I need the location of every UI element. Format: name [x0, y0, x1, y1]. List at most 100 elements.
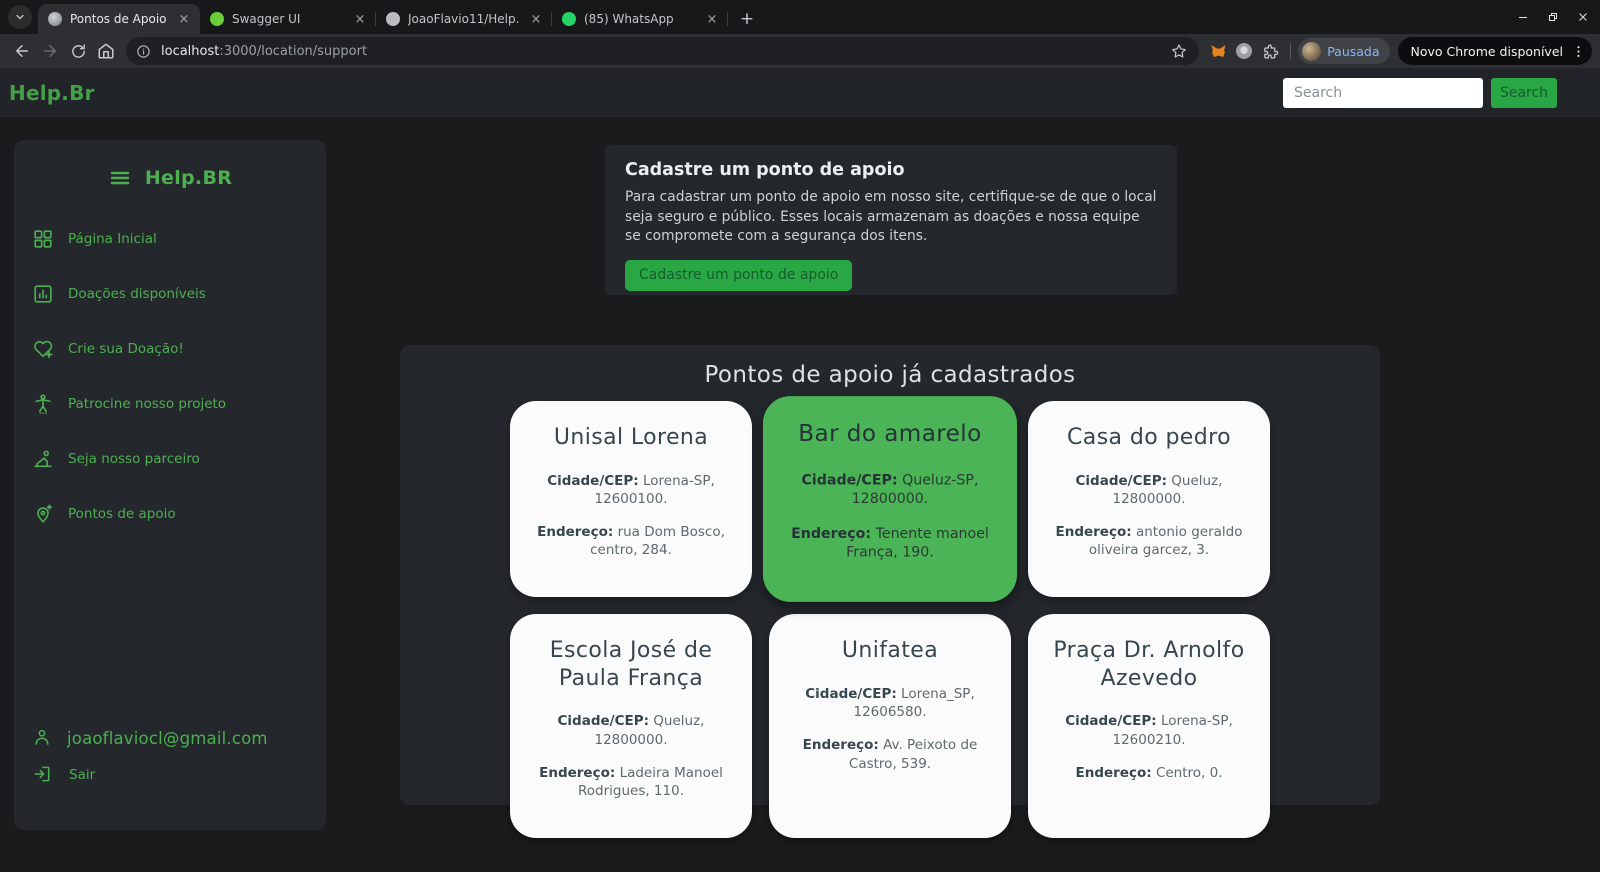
support-point-card-casa-do-pedro[interactable]: Casa do pedro Cidade/CEP: Queluz, 128000… [1028, 401, 1270, 597]
github-favicon [386, 12, 400, 26]
support-points-panel: Pontos de apoio já cadastrados Unisal Lo… [400, 345, 1380, 805]
profile-chip[interactable]: Pausada [1298, 38, 1389, 64]
bookmark-star-icon[interactable] [1171, 43, 1189, 59]
support-point-name: Escola José de Paula França [528, 637, 734, 692]
search-input[interactable] [1283, 78, 1483, 108]
support-point-name: Praça Dr. Arnolfo Azevedo [1046, 637, 1252, 692]
home-button[interactable] [92, 37, 120, 65]
support-point-card-escola-jose[interactable]: Escola José de Paula França Cidade/CEP: … [510, 614, 752, 838]
update-label: Novo Chrome disponível [1411, 44, 1563, 59]
tab-swagger-ui[interactable]: Swagger UI × [200, 4, 376, 34]
browser-window: Pontos de Apoio × Swagger UI × JoaoFlavi… [0, 0, 1600, 872]
sidebar-item-parceiro[interactable]: Seja nosso parceiro [14, 442, 326, 476]
sidebar-header: Help.BR [14, 166, 326, 190]
site-info-icon[interactable] [136, 44, 152, 59]
support-point-card-bar-do-amarelo[interactable]: Bar do amarelo Cidade/CEP: Queluz-SP, 12… [763, 396, 1017, 602]
support-point-city: Cidade/CEP: Lorena_SP, 12606580. [787, 685, 993, 721]
url-text: localhost:3000/location/support [161, 44, 1171, 59]
sidebar-item-doacoes-disponiveis[interactable]: Doações disponíveis [14, 277, 326, 311]
forward-icon [41, 42, 59, 60]
support-point-name: Casa do pedro [1046, 424, 1252, 452]
support-point-card-unisal-lorena[interactable]: Unisal Lorena Cidade/CEP: Lorena-SP, 126… [510, 401, 752, 597]
support-point-name: Unisal Lorena [528, 424, 734, 452]
tab-title: (85) WhatsApp [584, 12, 696, 26]
back-icon [13, 42, 31, 60]
support-point-card-praca-arnolfo[interactable]: Praça Dr. Arnolfo Azevedo Cidade/CEP: Lo… [1028, 614, 1270, 838]
support-point-city: Cidade/CEP: Queluz-SP, 12800000. [782, 470, 998, 508]
minimize-button[interactable] [1516, 10, 1530, 24]
close-tab-icon[interactable]: × [352, 11, 368, 27]
sidebar-item-label: Patrocine nosso projeto [68, 396, 226, 412]
tab-search-button[interactable] [8, 5, 32, 29]
heart-plus-icon [32, 338, 54, 360]
logout-button[interactable]: Sair [14, 764, 326, 786]
close-window-button[interactable] [1576, 10, 1590, 24]
sidebar-item-crie-sua-doacao[interactable]: Crie sua Doação! [14, 332, 326, 366]
user-email: joaoflaviocl@gmail.com [67, 729, 268, 748]
site-header: Help.Br Search [0, 68, 1600, 118]
extension-icon[interactable] [1231, 38, 1257, 64]
support-point-address: Endereço: Centro, 0. [1046, 764, 1252, 782]
support-point-card-unifatea[interactable]: Unifatea Cidade/CEP: Lorena_SP, 12606580… [769, 614, 1011, 838]
url-host: localhost [161, 44, 219, 59]
url-path: :3000/location/support [219, 44, 367, 59]
support-point-city: Cidade/CEP: Lorena-SP, 12600100. [528, 472, 734, 508]
extensions-puzzle-icon[interactable] [1257, 38, 1283, 64]
map-pin-plus-icon [32, 503, 54, 525]
sidebar: Help.BR Página Inicial Doações disponíve… [14, 140, 326, 830]
sidebar-item-pontos-de-apoio[interactable]: Pontos de apoio [14, 497, 326, 531]
support-point-address: Endereço: Av. Peixoto de Castro, 539. [787, 736, 993, 772]
support-point-address: Endereço: Ladeira Manoel Rodrigues, 110. [528, 764, 734, 800]
menu-kebab-icon[interactable] [1571, 44, 1586, 59]
chrome-update-button[interactable]: Novo Chrome disponível [1398, 37, 1592, 65]
support-point-address: Endereço: rua Dom Bosco, centro, 284. [528, 523, 734, 559]
register-support-point-button[interactable]: Cadastre um ponto de apoio [625, 260, 852, 291]
address-bar[interactable]: localhost:3000/location/support [126, 37, 1199, 65]
tab-github-repo[interactable]: JoaoFlavio11/Help.BR-proj × [376, 4, 552, 34]
sidebar-item-label: Seja nosso parceiro [68, 451, 200, 467]
register-card-title: Cadastre um ponto de apoio [625, 160, 1157, 180]
support-point-city: Cidade/CEP: Lorena-SP, 12600210. [1046, 712, 1252, 748]
search-button[interactable]: Search [1491, 78, 1557, 108]
close-tab-icon[interactable]: × [176, 11, 192, 27]
sync-status: Pausada [1327, 44, 1379, 59]
partner-icon [32, 448, 54, 470]
forward-button[interactable] [36, 37, 64, 65]
register-card-description: Para cadastrar um ponto de apoio em noss… [625, 188, 1157, 247]
close-tab-icon[interactable]: × [704, 11, 720, 27]
tab-title: Swagger UI [232, 12, 344, 26]
tab-whatsapp[interactable]: (85) WhatsApp × [552, 4, 728, 34]
new-tab-button[interactable]: + [734, 6, 760, 32]
support-point-address: Endereço: antonio geraldo oliveira garce… [1046, 523, 1252, 559]
section-title: Pontos de apoio já cadastrados [400, 362, 1380, 388]
reload-button[interactable] [64, 37, 92, 65]
chart-icon [32, 283, 54, 305]
chevron-down-icon [14, 11, 26, 23]
close-tab-icon[interactable]: × [528, 11, 544, 27]
reload-icon [70, 43, 87, 60]
logout-icon [32, 764, 54, 786]
register-support-point-card: Cadastre um ponto de apoio Para cadastra… [605, 145, 1177, 295]
logout-label: Sair [69, 767, 95, 783]
restore-button[interactable] [1546, 10, 1560, 24]
site-logo[interactable]: Help.Br [9, 81, 95, 105]
browser-toolbar: localhost:3000/location/support Pausada … [0, 34, 1600, 68]
tab-strip: Pontos de Apoio × Swagger UI × JoaoFlavi… [0, 0, 1600, 34]
support-point-name: Bar do amarelo [782, 420, 998, 449]
hamburger-menu-icon[interactable] [108, 166, 132, 190]
sidebar-item-patrocine[interactable]: Patrocine nosso projeto [14, 387, 326, 421]
support-point-name: Unifatea [787, 637, 993, 665]
sidebar-item-label: Crie sua Doação! [68, 341, 184, 357]
person-arms-out-icon [32, 393, 54, 415]
tab-title: Pontos de Apoio [70, 12, 168, 26]
metamask-extension-icon[interactable] [1205, 38, 1231, 64]
sidebar-item-label: Página Inicial [68, 231, 157, 247]
tab-title: JoaoFlavio11/Help.BR-proj [408, 12, 520, 26]
default-favicon [48, 12, 62, 26]
swagger-favicon [210, 12, 224, 26]
sidebar-item-pagina-inicial[interactable]: Página Inicial [14, 222, 326, 256]
home-icon [97, 42, 115, 60]
tab-pontos-de-apoio[interactable]: Pontos de Apoio × [38, 4, 200, 34]
back-button[interactable] [8, 37, 36, 65]
whatsapp-favicon [562, 12, 576, 26]
